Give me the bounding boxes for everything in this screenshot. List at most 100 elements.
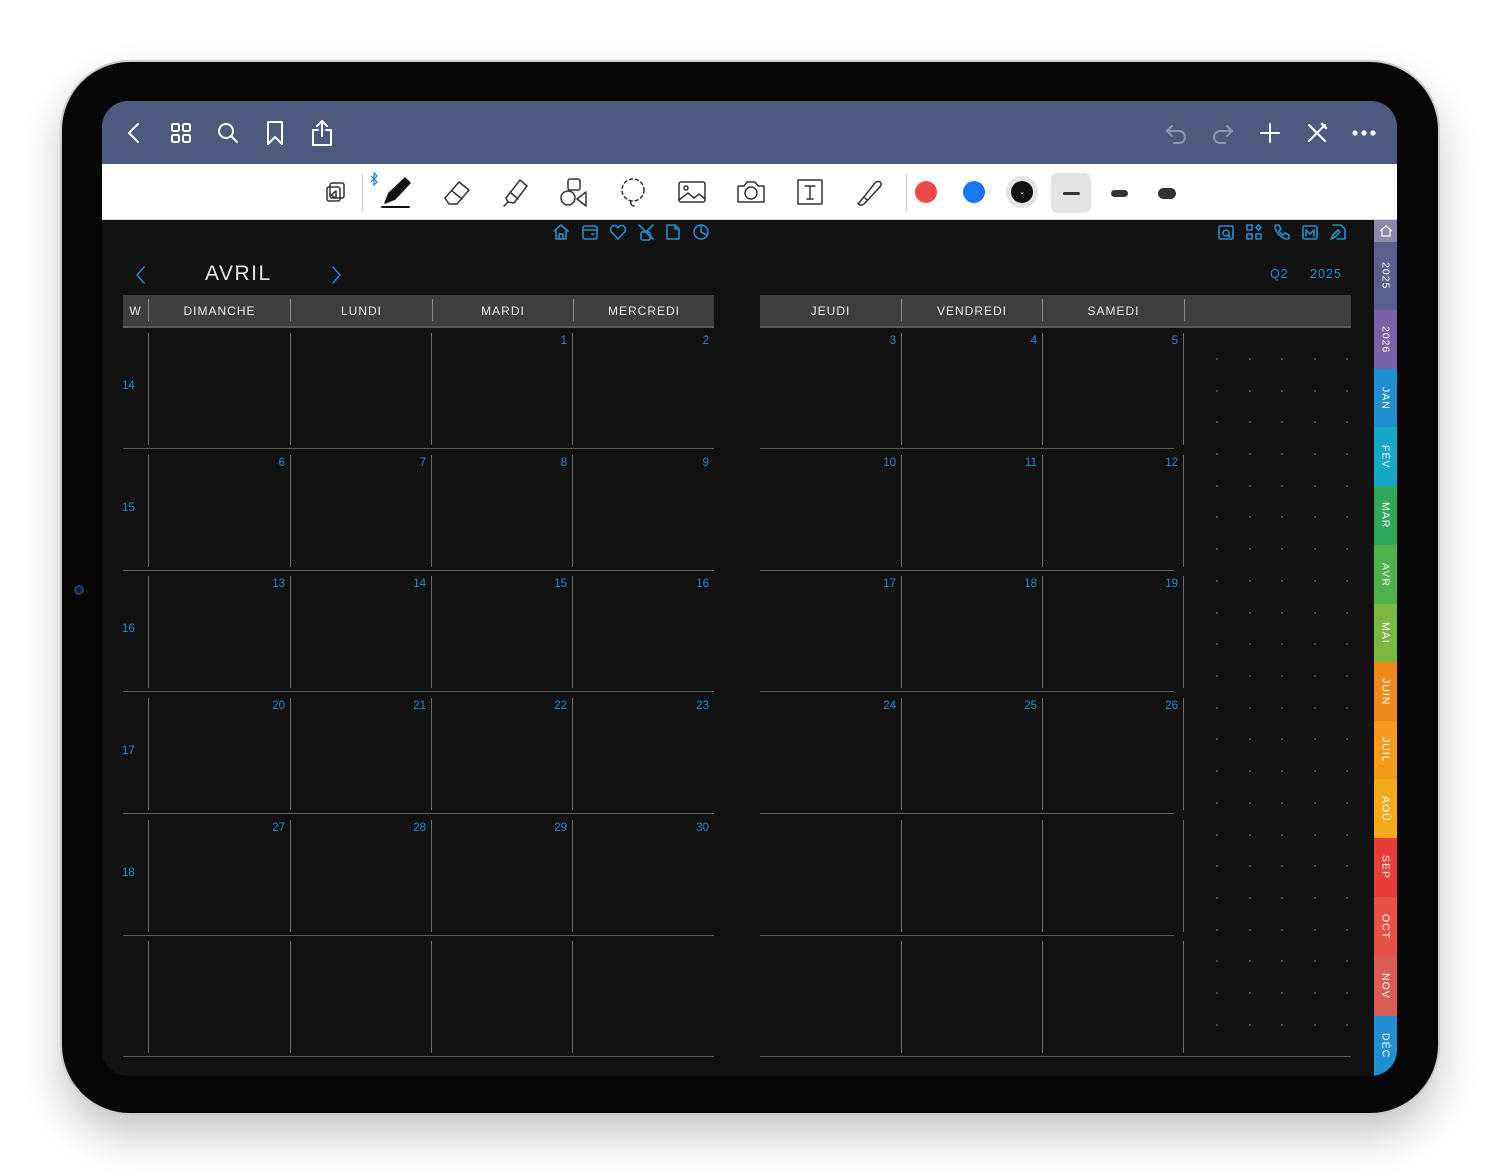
stroke-thick[interactable] [1147, 173, 1187, 213]
image-icon[interactable] [674, 174, 710, 210]
lasso-icon[interactable] [615, 174, 651, 210]
day-number[interactable]: 23 [669, 700, 709, 712]
day-number[interactable]: 28 [386, 822, 426, 834]
tab-aoû[interactable]: AOÛ [1374, 779, 1397, 838]
cell-divider [1042, 455, 1043, 567]
phone-icon[interactable] [1273, 223, 1291, 241]
grid-icon[interactable] [165, 117, 197, 149]
day-number[interactable]: 25 [997, 700, 1037, 712]
cell-divider [1042, 941, 1043, 1053]
pen-color-red[interactable] [915, 181, 937, 203]
day-number[interactable]: 10 [856, 457, 896, 469]
day-number[interactable]: 22 [527, 700, 567, 712]
habit-icon[interactable] [637, 223, 655, 241]
home-icon[interactable] [552, 223, 570, 241]
elements-icon[interactable] [851, 174, 887, 210]
quarter-icon[interactable] [1217, 223, 1235, 241]
week-number[interactable]: 16 [122, 623, 150, 635]
day-number[interactable]: 19 [1138, 578, 1178, 590]
week-number[interactable]: 14 [122, 380, 150, 392]
tab-2025[interactable]: 2025 [1374, 242, 1397, 310]
heart-icon[interactable] [609, 223, 627, 241]
bookmark-icon[interactable] [259, 117, 291, 149]
stroke-thin[interactable] [1051, 173, 1091, 213]
day-header-lundi: LUNDI [340, 303, 382, 318]
year-link[interactable]: 2025 [1310, 267, 1342, 281]
more-icon[interactable] [1348, 117, 1380, 149]
day-number[interactable]: 11 [997, 457, 1037, 469]
day-number[interactable]: 30 [669, 822, 709, 834]
day-number[interactable]: 8 [527, 457, 567, 469]
stroke-medium[interactable] [1099, 173, 1139, 213]
day-number[interactable]: 5 [1138, 335, 1178, 347]
tab-oct[interactable]: OCT [1374, 897, 1397, 956]
day-number[interactable]: 3 [856, 335, 896, 347]
tab-mar[interactable]: MAR [1374, 486, 1397, 545]
tab-avr[interactable]: AVR [1374, 545, 1397, 604]
tab-jan[interactable]: JAN [1374, 369, 1397, 427]
day-number[interactable]: 15 [527, 578, 567, 590]
pen-icon[interactable] [378, 174, 414, 210]
week-number[interactable]: 18 [122, 867, 150, 879]
day-number[interactable]: 9 [669, 457, 709, 469]
day-number[interactable]: 1 [527, 335, 567, 347]
day-number[interactable]: 24 [856, 700, 896, 712]
day-number[interactable]: 12 [1138, 457, 1178, 469]
plus-icon[interactable] [1254, 117, 1286, 149]
text-box-icon[interactable] [792, 174, 828, 210]
pie-chart-icon[interactable] [692, 223, 710, 241]
back-chevron-icon[interactable] [118, 117, 150, 149]
grid-dot [1346, 548, 1348, 550]
drawing-toolbar: ⌄ [102, 164, 1397, 220]
next-month-arrow[interactable] [326, 264, 346, 286]
cell-divider [290, 820, 291, 932]
tab-mai[interactable]: MAI [1374, 604, 1397, 662]
notes-page-icon[interactable] [664, 223, 682, 241]
tab-juin[interactable]: JUIN [1374, 662, 1397, 721]
day-number[interactable]: 20 [245, 700, 285, 712]
edit-page-icon[interactable] [1329, 223, 1347, 241]
day-number[interactable]: 4 [997, 335, 1037, 347]
day-number[interactable]: 18 [997, 578, 1037, 590]
calendar-box-icon[interactable] [581, 223, 599, 241]
tab-nov[interactable]: NOV [1374, 956, 1397, 1016]
month-icon[interactable] [1301, 223, 1319, 241]
shapes-icon[interactable] [556, 174, 592, 210]
tab-2026[interactable]: 2026 [1374, 310, 1397, 369]
toolbar-divider [362, 174, 363, 212]
tab-déc[interactable]: DÉC [1374, 1016, 1397, 1076]
read-only-icon[interactable] [318, 174, 354, 210]
week-number[interactable]: 17 [122, 745, 150, 757]
undo-icon[interactable] [1160, 117, 1192, 149]
day-number[interactable]: 16 [669, 578, 709, 590]
day-number[interactable]: 13 [245, 578, 285, 590]
day-number[interactable]: 2 [669, 335, 709, 347]
tab-home[interactable] [1374, 220, 1397, 242]
prev-month-arrow[interactable] [131, 264, 151, 286]
day-number[interactable]: 7 [386, 457, 426, 469]
day-number[interactable]: 21 [386, 700, 426, 712]
day-number[interactable]: 6 [245, 457, 285, 469]
grid-apps-icon[interactable] [1245, 223, 1263, 241]
day-number[interactable]: 29 [527, 822, 567, 834]
tab-sep[interactable]: SEP [1374, 838, 1397, 897]
day-number[interactable]: 17 [856, 578, 896, 590]
pen-color-black-selected[interactable]: ⌄ [1006, 176, 1038, 208]
day-number[interactable]: 27 [245, 822, 285, 834]
day-number[interactable]: 14 [386, 578, 426, 590]
tab-juil[interactable]: JUIL [1374, 721, 1397, 779]
quarter-link[interactable]: Q2 [1270, 267, 1289, 281]
day-number[interactable]: 26 [1138, 700, 1178, 712]
grid-dot [1216, 485, 1218, 487]
eraser-icon[interactable] [439, 174, 475, 210]
pen-color-blue[interactable] [963, 181, 985, 203]
tab-fév[interactable]: FÉV [1374, 427, 1397, 486]
redo-icon[interactable] [1207, 117, 1239, 149]
close-pen-icon[interactable] [1301, 117, 1333, 149]
camera-icon[interactable] [733, 174, 769, 210]
tab-label: 2025 [1379, 262, 1392, 290]
week-number[interactable]: 15 [122, 502, 150, 514]
highlighter-icon[interactable] [498, 174, 534, 210]
search-icon[interactable] [212, 117, 244, 149]
share-icon[interactable] [306, 117, 338, 149]
